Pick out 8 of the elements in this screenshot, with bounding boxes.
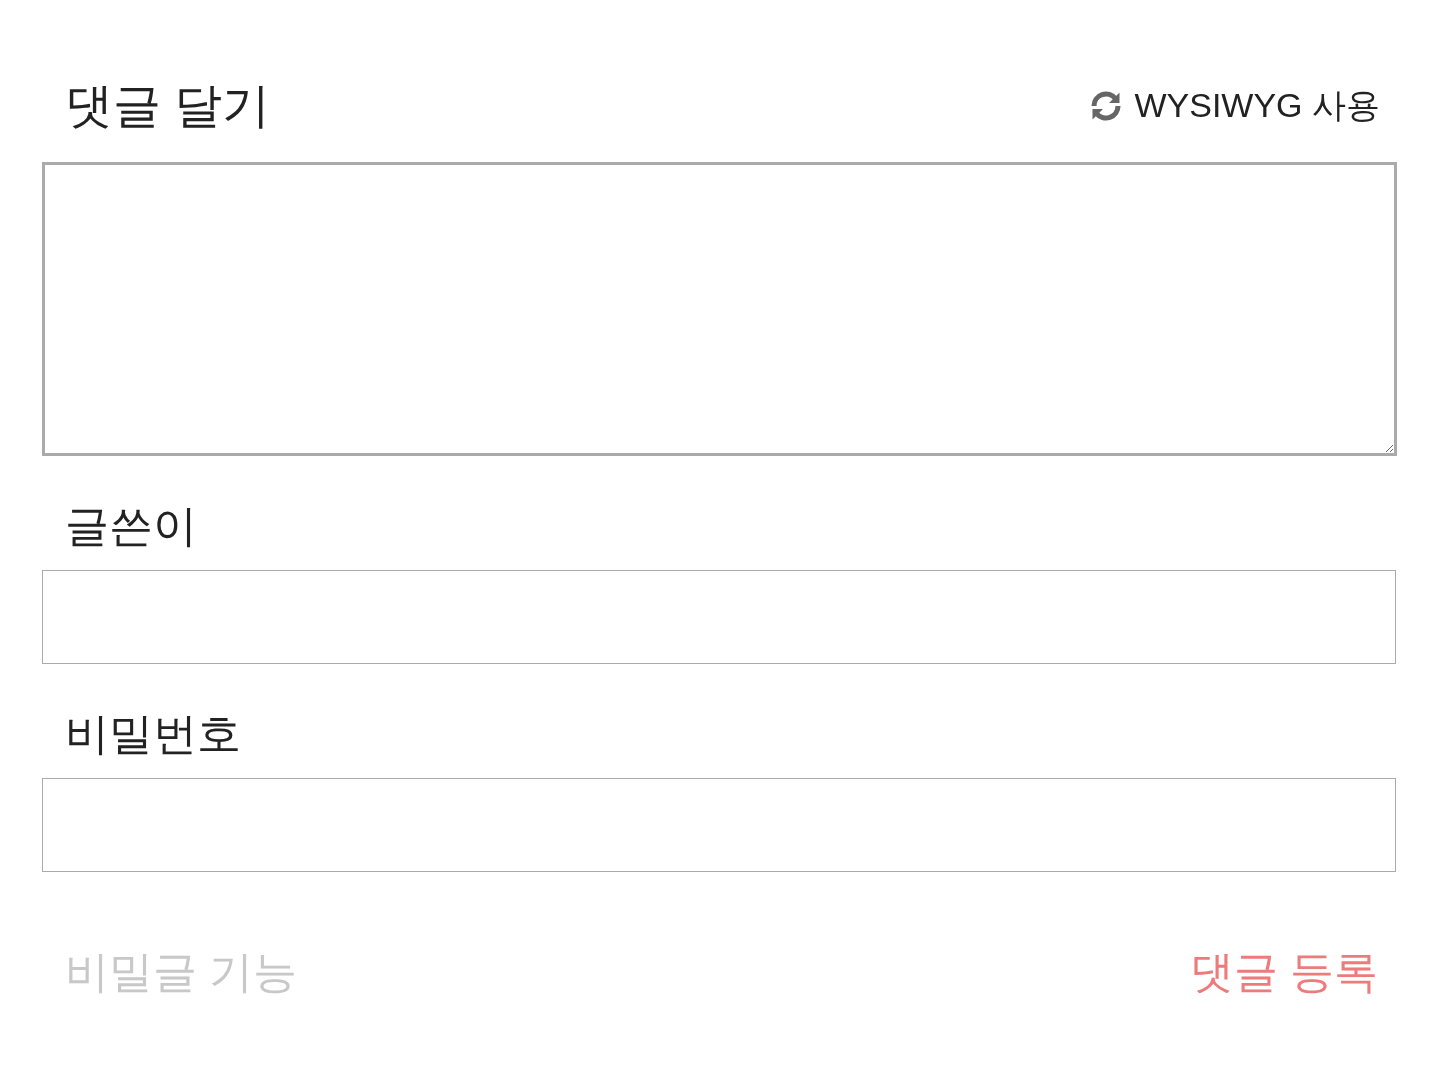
comment-textarea[interactable] [42,162,1397,456]
section-title: 댓글 달기 [65,78,271,134]
input-field[interactable] [42,570,1396,664]
field-label: 비밀번호 [64,708,242,760]
submit-button[interactable]: 댓글 등록 [1189,942,1378,1002]
field-label: 글쓴이 [64,500,198,552]
input-field[interactable] [42,778,1396,872]
editor-toggle-button[interactable]: WYSIWYG 사용 [1088,83,1380,129]
